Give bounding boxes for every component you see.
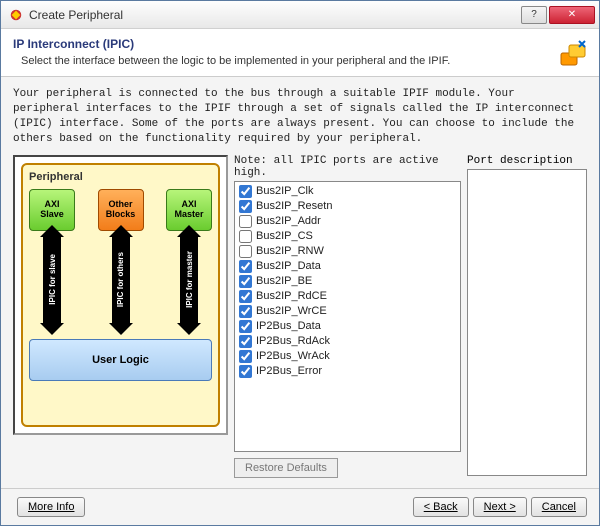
port-label: Bus2IP_RdCE xyxy=(256,290,327,302)
wizard-icon xyxy=(557,39,589,71)
port-checkbox[interactable] xyxy=(239,335,252,348)
port-checkbox[interactable] xyxy=(239,275,252,288)
port-label: IP2Bus_RdAck xyxy=(256,335,330,347)
port-label: Bus2IP_CS xyxy=(256,230,313,242)
port-item-ip2bus_rdack[interactable]: IP2Bus_RdAck xyxy=(239,334,456,349)
port-item-bus2ip_cs[interactable]: Bus2IP_CS xyxy=(239,229,456,244)
port-label: Bus2IP_BE xyxy=(256,275,312,287)
port-checkbox[interactable] xyxy=(239,305,252,318)
app-icon xyxy=(9,8,23,22)
user-logic-block: User Logic xyxy=(29,339,212,381)
window-title: Create Peripheral xyxy=(29,8,519,22)
more-info-button[interactable]: More Info xyxy=(17,497,85,517)
diagram-panel: Peripheral AXI Slave Other Blocks AXI Ma… xyxy=(13,155,228,435)
port-label: IP2Bus_Error xyxy=(256,365,322,377)
port-item-bus2ip_addr[interactable]: Bus2IP_Addr xyxy=(239,214,456,229)
arrow-others-label: IPIC for others xyxy=(116,252,125,307)
port-item-bus2ip_rdce[interactable]: Bus2IP_RdCE xyxy=(239,289,456,304)
port-checkbox[interactable] xyxy=(239,365,252,378)
port-item-bus2ip_rnw[interactable]: Bus2IP_RNW xyxy=(239,244,456,259)
port-label: IP2Bus_Data xyxy=(256,320,321,332)
port-description-box xyxy=(467,169,587,476)
help-button[interactable]: ? xyxy=(521,6,547,24)
port-description-label: Port description xyxy=(467,155,587,167)
port-checkbox[interactable] xyxy=(239,290,252,303)
port-checkbox[interactable] xyxy=(239,215,252,228)
back-button[interactable]: < Back xyxy=(413,497,469,517)
port-checkbox[interactable] xyxy=(239,200,252,213)
port-label: IP2Bus_WrAck xyxy=(256,350,330,362)
port-checkbox[interactable] xyxy=(239,350,252,363)
port-checkbox[interactable] xyxy=(239,260,252,273)
port-item-bus2ip_wrce[interactable]: Bus2IP_WrCE xyxy=(239,304,456,319)
port-checkbox[interactable] xyxy=(239,230,252,243)
close-button[interactable]: ✕ xyxy=(549,6,595,24)
dialog-window: Create Peripheral ? ✕ IP Interconnect (I… xyxy=(0,0,600,526)
port-item-bus2ip_be[interactable]: Bus2IP_BE xyxy=(239,274,456,289)
titlebar[interactable]: Create Peripheral ? ✕ xyxy=(1,1,599,29)
cancel-button[interactable]: Cancel xyxy=(531,497,587,517)
port-label: Bus2IP_WrCE xyxy=(256,305,327,317)
port-label: Bus2IP_Data xyxy=(256,260,321,272)
port-label: Bus2IP_Clk xyxy=(256,185,313,197)
next-button[interactable]: Next > xyxy=(473,497,527,517)
wizard-footer: More Info < Back Next > Cancel xyxy=(1,488,599,525)
port-label: Bus2IP_Addr xyxy=(256,215,321,227)
arrow-slave-label: IPIC for slave xyxy=(48,254,57,305)
port-item-ip2bus_wrack[interactable]: IP2Bus_WrAck xyxy=(239,349,456,364)
port-checkbox[interactable] xyxy=(239,320,252,333)
port-checkbox[interactable] xyxy=(239,245,252,258)
port-item-ip2bus_error[interactable]: IP2Bus_Error xyxy=(239,364,456,379)
ports-note: Note: all IPIC ports are active high. xyxy=(234,155,461,179)
page-title: IP Interconnect (IPIC) xyxy=(13,37,587,51)
intro-text: Your peripheral is connected to the bus … xyxy=(13,87,587,146)
restore-defaults-button[interactable]: Restore Defaults xyxy=(234,458,338,478)
port-checkbox[interactable] xyxy=(239,185,252,198)
arrow-master-label: IPIC for master xyxy=(185,251,194,308)
page-description: Select the interface between the logic t… xyxy=(13,54,587,68)
port-label: Bus2IP_Resetn xyxy=(256,200,332,212)
port-item-bus2ip_resetn[interactable]: Bus2IP_Resetn xyxy=(239,199,456,214)
port-label: Bus2IP_RNW xyxy=(256,245,324,257)
port-item-bus2ip_clk[interactable]: Bus2IP_Clk xyxy=(239,184,456,199)
ports-listbox[interactable]: Bus2IP_Clk Bus2IP_Resetn Bus2IP_Addr Bus2IP… xyxy=(234,181,461,452)
diagram-title: Peripheral xyxy=(29,171,212,183)
wizard-header: IP Interconnect (IPIC) Select the interf… xyxy=(1,29,599,77)
wizard-body: Your peripheral is connected to the bus … xyxy=(1,77,599,488)
port-item-bus2ip_data[interactable]: Bus2IP_Data xyxy=(239,259,456,274)
port-item-ip2bus_data[interactable]: IP2Bus_Data xyxy=(239,319,456,334)
